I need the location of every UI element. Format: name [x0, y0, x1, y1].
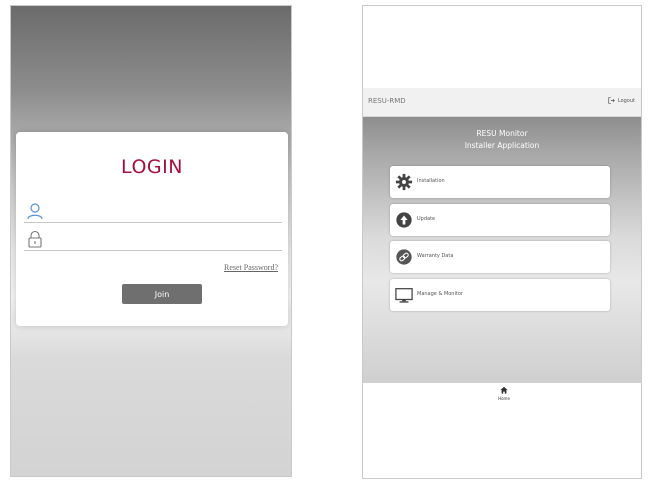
menu-screen: RESU-RMD Logout RESU Monitor Installer A… [362, 5, 642, 479]
password-field[interactable] [24, 228, 282, 251]
login-screen: LOGIN Reset Password? Join [10, 5, 292, 477]
upload-arrow-icon [396, 212, 412, 228]
menu-item-warranty-data[interactable]: Warranty Data [390, 241, 610, 273]
login-title: LOGIN [121, 156, 183, 178]
home-tab-label: Home [498, 396, 510, 401]
monitor-icon [395, 288, 413, 303]
gear-icon [395, 173, 413, 191]
bottom-nav-divider [363, 382, 641, 383]
menu-item-label: Warranty Data [417, 253, 454, 259]
menu-item-label: Installation [417, 178, 445, 184]
menu-item-installation[interactable]: Installation [390, 166, 610, 198]
hero-subtitle: Installer Application [464, 141, 540, 150]
menu-item-manage-monitor[interactable]: Manage & Monitor [390, 279, 610, 311]
menu-item-label: Update [417, 216, 436, 222]
home-tab[interactable]: Home [492, 386, 516, 406]
app-title: RESU-RMD [368, 97, 406, 105]
logout-button[interactable]: Logout [608, 97, 635, 104]
hero-title: RESU Monitor [476, 129, 528, 138]
username-field[interactable] [24, 200, 282, 223]
menu-item-update[interactable]: Update [390, 204, 610, 236]
link-icon [396, 249, 412, 265]
app-bar: RESU-RMD Logout [363, 88, 641, 117]
join-button[interactable]: Join [122, 284, 202, 304]
home-icon [500, 386, 508, 394]
login-card: LOGIN Reset Password? Join [16, 132, 288, 326]
user-icon [27, 203, 43, 220]
lock-icon [28, 230, 42, 248]
reset-password-link[interactable]: Reset Password? [224, 263, 278, 272]
menu-item-label: Manage & Monitor [417, 291, 463, 297]
logout-label: Logout [617, 97, 635, 104]
logout-icon [608, 97, 615, 104]
